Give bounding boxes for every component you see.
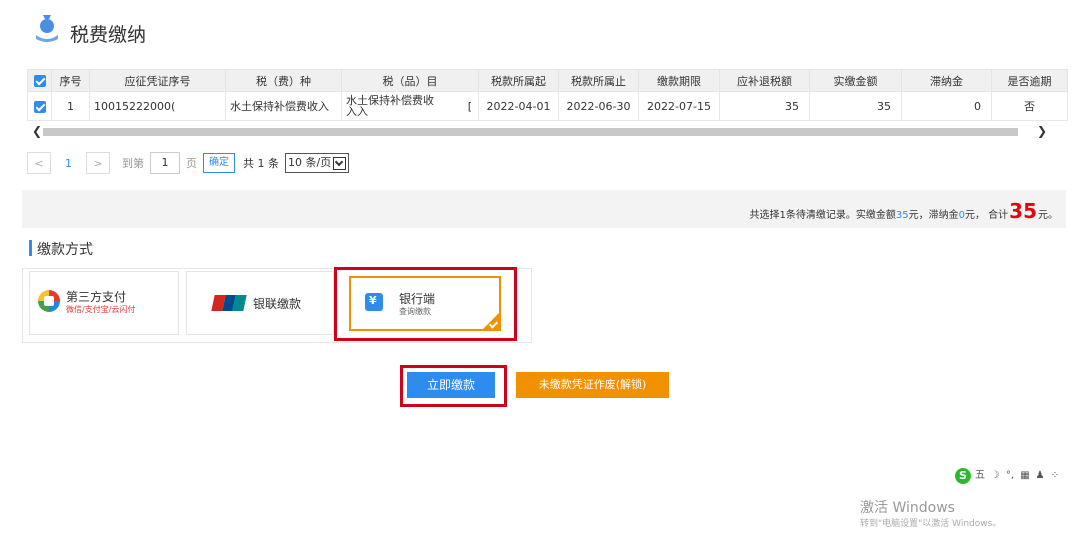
cell-voucher: 10015222000( bbox=[89, 91, 226, 121]
scrollbar-thumb[interactable] bbox=[43, 128, 1018, 136]
ime-toolbar[interactable]: S 五 ☽ °, ▦ ♟ ⁘ bbox=[955, 467, 1061, 485]
goto-label: 到第 bbox=[122, 157, 144, 170]
highlight-box-pay bbox=[400, 365, 507, 407]
unionpay-logo bbox=[211, 295, 247, 311]
third-party-pay-icon bbox=[38, 290, 60, 312]
page-title: 税费缴纳 bbox=[70, 24, 147, 46]
user-icon[interactable]: ♟ bbox=[1034, 470, 1046, 482]
ime-mode-wubi[interactable]: 五 bbox=[974, 470, 986, 482]
summary-total: 35 bbox=[1009, 199, 1037, 223]
payment-card-unionpay[interactable]: 银联缴款 bbox=[186, 271, 334, 335]
summary-mid2: 元， 合计 bbox=[964, 210, 1009, 221]
void-voucher-button[interactable]: 未缴款凭证作废(解锁) bbox=[516, 372, 669, 398]
prev-page-button[interactable]: < bbox=[27, 152, 51, 174]
windows-activation-hint: 转到"电脑设置"以激活 Windows。 bbox=[860, 519, 1002, 529]
col-header[interactable]: 税款所属起 bbox=[478, 69, 559, 92]
cell-late-fee: 0 bbox=[901, 91, 992, 121]
sogou-logo-icon[interactable]: S bbox=[955, 468, 971, 484]
horizontal-scrollbar[interactable]: ❮ ❯ bbox=[29, 124, 1067, 138]
cell-period-start: 2022-04-01 bbox=[478, 91, 559, 121]
summary-mid1: 元，滞纳金 bbox=[908, 210, 959, 221]
select-all-checkbox[interactable] bbox=[33, 75, 46, 87]
summary-text: 共选择1条待清缴记录。实缴金额 35 元，滞纳金 0 元， 合计 35 元。 bbox=[749, 199, 1058, 223]
punctuation-icon[interactable]: °, bbox=[1004, 470, 1016, 482]
page-size-select[interactable]: 10 条/页 bbox=[285, 153, 350, 173]
chevron-down-icon bbox=[333, 156, 347, 170]
col-header[interactable]: 缴款期限 bbox=[638, 69, 720, 92]
cell-seq: 1 bbox=[51, 91, 90, 121]
section-marker bbox=[29, 240, 32, 256]
goto-page-input[interactable]: 1 bbox=[150, 152, 180, 174]
grid-icon[interactable]: ⁘ bbox=[1049, 470, 1061, 482]
cell-deadline: 2022-07-15 bbox=[638, 91, 720, 121]
col-header[interactable]: 应征凭证序号 bbox=[89, 69, 226, 92]
third-party-subtitle: 微信/支付宝/云闪付 bbox=[66, 305, 136, 314]
total-count: 共 1 条 bbox=[243, 157, 279, 170]
col-header[interactable]: 税（费）种 bbox=[225, 69, 342, 92]
tax-table: 序号 应征凭证序号 税（费）种 税（品）目 税款所属起 税款所属止 缴款期限 应… bbox=[27, 69, 1068, 121]
col-header[interactable]: 是否逾期 bbox=[991, 69, 1068, 92]
summary-paid: 35 bbox=[895, 210, 909, 221]
col-header[interactable]: 税款所属止 bbox=[558, 69, 639, 92]
table-row[interactable]: 1 10015222000( 水土保持补偿费收入 水土保持补偿费收入入 [ 20… bbox=[27, 91, 1068, 121]
goto-confirm-button[interactable]: 确定 bbox=[203, 153, 235, 173]
cell-due-amount: 35 bbox=[719, 91, 810, 121]
cell-tax-type: 水土保持补偿费收入 bbox=[225, 91, 342, 121]
cell-period-end: 2022-06-30 bbox=[558, 91, 639, 121]
pagination: < 1 > 到第 1 页 确定 共 1 条 10 条/页 bbox=[27, 152, 350, 174]
col-header[interactable]: 税（品）目 bbox=[341, 69, 479, 92]
cell-paid-amount: 35 bbox=[809, 91, 902, 121]
cell-overdue: 否 bbox=[991, 91, 1068, 121]
keyboard-icon[interactable]: ▦ bbox=[1019, 470, 1031, 482]
table-header-row: 序号 应征凭证序号 税（费）种 税（品）目 税款所属起 税款所属止 缴款期限 应… bbox=[27, 69, 1068, 92]
tax-item-mark: [ bbox=[467, 100, 472, 113]
summary-bar: 共选择1条待清缴记录。实缴金额 35 元，滞纳金 0 元， 合计 35 元。 bbox=[22, 190, 1066, 228]
col-header[interactable]: 序号 bbox=[51, 69, 90, 92]
payment-card-third-party[interactable]: 第三方支付 微信/支付宝/云闪付 bbox=[29, 271, 179, 335]
summary-prefix: 共选择1条待清缴记录。实缴金额 bbox=[749, 210, 896, 221]
page-number[interactable]: 1 bbox=[65, 157, 72, 170]
money-bag-hand-icon bbox=[36, 15, 58, 42]
windows-activation-title: 激活 Windows bbox=[860, 500, 955, 516]
page-size-value: 10 条/页 bbox=[288, 156, 332, 169]
summary-suffix: 元。 bbox=[1038, 210, 1058, 221]
page-unit-label: 页 bbox=[186, 157, 197, 170]
section-title: 缴款方式 bbox=[37, 242, 93, 258]
col-header[interactable]: 应补退税额 bbox=[719, 69, 810, 92]
scroll-left-icon[interactable]: ❮ bbox=[32, 124, 42, 138]
unionpay-title: 银联缴款 bbox=[253, 297, 302, 311]
tax-item-text: 水土保持补偿费收入入 bbox=[346, 94, 434, 118]
scroll-right-icon[interactable]: ❯ bbox=[1037, 124, 1047, 138]
col-header[interactable]: 实缴金额 bbox=[809, 69, 902, 92]
next-page-button[interactable]: > bbox=[86, 152, 110, 174]
third-party-title: 第三方支付 bbox=[66, 290, 127, 304]
cell-tax-item: 水土保持补偿费收入入 [ bbox=[341, 91, 479, 121]
moon-icon[interactable]: ☽ bbox=[989, 470, 1001, 482]
row-checkbox[interactable] bbox=[33, 100, 46, 113]
col-header[interactable]: 滞纳金 bbox=[901, 69, 992, 92]
highlight-box-bank bbox=[334, 267, 517, 341]
